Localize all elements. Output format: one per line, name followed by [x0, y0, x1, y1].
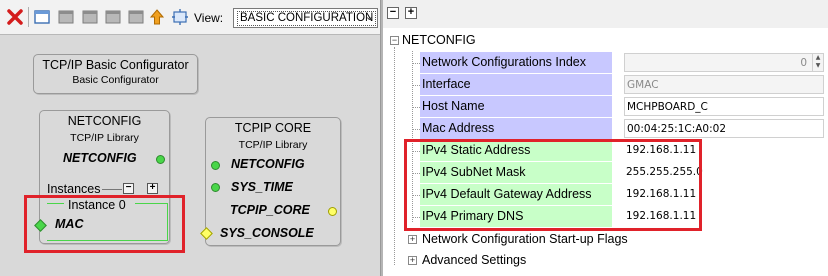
tree-node-advanced-settings[interactable]: + Advanced Settings: [383, 250, 828, 272]
expand-all-button[interactable]: +: [405, 7, 417, 19]
config-option-name: Network Configurations Index: [420, 52, 612, 73]
port-label-sys-console: SYS_CONSOLE: [220, 226, 314, 240]
config-option-value: GMAC: [624, 75, 824, 94]
view-label: View:: [194, 11, 224, 25]
new-component-icon[interactable]: [33, 8, 51, 26]
sys-time-input-port[interactable]: [211, 183, 220, 192]
config-toolbar: − +: [383, 0, 828, 28]
view-select[interactable]: BASIC CONFIGURATION ⌄: [233, 8, 378, 28]
delete-icon[interactable]: [6, 8, 24, 26]
chevron-down-icon: ⌄: [364, 11, 374, 23]
config-option-name: Mac Address: [420, 118, 612, 139]
expand-icon[interactable]: +: [408, 256, 417, 265]
import-icon[interactable]: [127, 8, 145, 26]
config-row[interactable]: Host Name MCHPBOARD_C: [383, 96, 828, 118]
export-icon[interactable]: [104, 8, 122, 26]
component-title: TCP/IP Basic Configurator: [42, 58, 189, 72]
config-row[interactable]: Interface GMAC: [383, 74, 828, 96]
remove-instance-button[interactable]: −: [123, 183, 134, 194]
collapse-icon[interactable]: −: [390, 36, 399, 45]
config-option-name: Host Name: [420, 96, 612, 117]
spinner-control[interactable]: ▲ ▼: [812, 54, 823, 71]
tree-node-startup-flags[interactable]: + Network Configuration Start-up Flags: [383, 229, 828, 251]
fit-to-view-icon[interactable]: [171, 8, 189, 26]
netconfig-output-port[interactable]: [156, 155, 165, 164]
instances-label: Instances: [47, 182, 101, 196]
basic-configurator-component[interactable]: TCP/IP Basic Configurator Basic Configur…: [33, 54, 198, 94]
config-option-value[interactable]: MCHPBOARD_C: [624, 97, 824, 116]
config-option-name: Interface: [420, 74, 612, 95]
expand-icon[interactable]: +: [408, 235, 417, 244]
tcpip-core-output-port[interactable]: [328, 207, 337, 216]
tree-node-netconfig[interactable]: − NETCONFIG: [383, 30, 828, 52]
graph-toolbar: View: BASIC CONFIGURATION ⌄: [0, 0, 380, 35]
tree-node-label: NETCONFIG: [402, 33, 476, 47]
component-subtitle: TCP/IP Library: [238, 139, 308, 151]
tree-node-label: Network Configuration Start-up Flags: [422, 232, 628, 246]
component-subtitle: TCP/IP Library: [70, 132, 139, 144]
config-row[interactable]: Network Configurations Index 0 ▲ ▼: [383, 52, 828, 74]
netconfig-port-label: NETCONFIG: [63, 151, 137, 165]
add-instance-button[interactable]: +: [147, 183, 158, 194]
component-title: NETCONFIG: [67, 114, 142, 128]
sys-console-input-port[interactable]: [200, 227, 213, 240]
collapse-all-button[interactable]: −: [387, 7, 399, 19]
netconfig-input-port[interactable]: [211, 161, 220, 170]
port-label-netconfig: NETCONFIG: [231, 157, 305, 171]
component-title: TCPIP CORE: [234, 121, 312, 135]
component-subtitle: Basic Configurator: [72, 74, 159, 86]
save-as-icon[interactable]: [81, 8, 99, 26]
port-label-sys-time: SYS_TIME: [231, 180, 293, 194]
save-icon[interactable]: [57, 8, 75, 26]
project-graph-panel: View: BASIC CONFIGURATION ⌄ TCP/IP Basic…: [0, 0, 380, 276]
configuration-options-panel: − + − NETCONFIG Network Configurations I…: [383, 0, 828, 276]
view-select-value: BASIC CONFIGURATION: [237, 11, 377, 26]
config-option-value[interactable]: 00:04:25:1C:A0:02: [624, 119, 824, 138]
ipv4-settings-highlight-box: [404, 139, 702, 231]
tcpip-core-component[interactable]: TCPIP CORE TCP/IP Library NETCONFIG SYS_…: [200, 117, 341, 246]
port-label-tcpip-core: TCPIP_CORE: [230, 203, 310, 217]
config-row[interactable]: Mac Address 00:04:25:1C:A0:02: [383, 118, 828, 140]
instance-highlight-box: [24, 195, 185, 253]
move-up-icon[interactable]: [148, 8, 166, 26]
tree-node-label: Advanced Settings: [422, 253, 527, 267]
config-option-value[interactable]: 0 ▲ ▼: [624, 53, 824, 72]
